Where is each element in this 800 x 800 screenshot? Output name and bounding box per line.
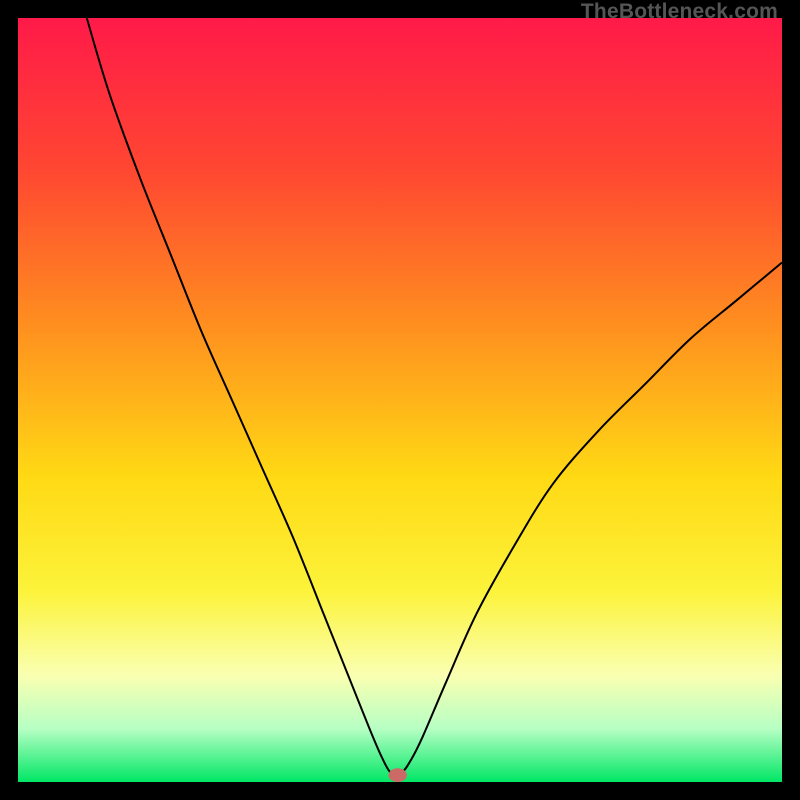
gradient-background (18, 18, 782, 782)
optimal-point-marker (389, 768, 407, 782)
watermark-text: TheBottleneck.com (581, 0, 778, 24)
chart-svg (18, 18, 782, 782)
chart-frame: TheBottleneck.com (0, 0, 800, 800)
plot-area (18, 18, 782, 782)
